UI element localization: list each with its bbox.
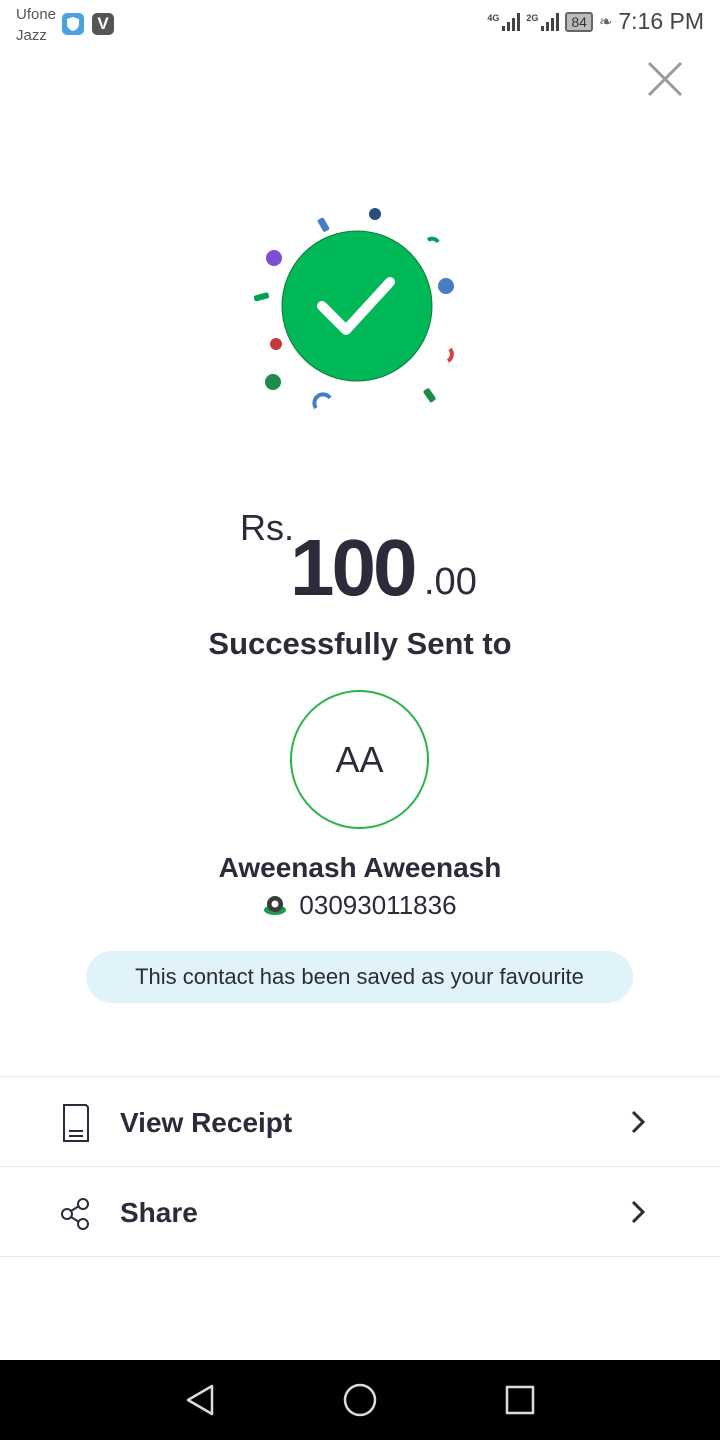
battery-icon: 84 (565, 11, 593, 32)
network-type-1: 4G (487, 13, 500, 23)
back-icon (186, 1384, 214, 1416)
power-saving-icon: ❧ (598, 13, 613, 31)
recents-icon (505, 1385, 535, 1415)
carrier-2: Jazz (16, 27, 47, 44)
recents-button[interactable] (500, 1380, 540, 1420)
amount-display: Rs. 100 .00 (0, 505, 720, 615)
carrier-names: Ufone Jazz (16, 4, 56, 46)
close-button[interactable] (646, 60, 684, 98)
back-button[interactable] (180, 1380, 220, 1420)
share-button[interactable]: Share (0, 1167, 720, 1257)
avatar: AA (290, 690, 429, 829)
recipient-name: Aweenash Aweenash (218, 852, 502, 883)
close-icon (647, 61, 683, 97)
share-label: Share (120, 1197, 198, 1228)
amount-decimal: .00 (424, 561, 477, 603)
status-icons: 4G 2G 84 ❧ 7:16 PM (487, 8, 704, 35)
shield-icon (62, 13, 84, 35)
navigation-bar (0, 1360, 720, 1440)
success-check-icon (253, 208, 454, 410)
currency-label: Rs. (240, 507, 294, 548)
home-icon (343, 1383, 377, 1417)
recipient-phone: 03093011836 (299, 890, 457, 920)
action-list: View Receipt Share (0, 1076, 720, 1257)
wallet-logo-icon (264, 895, 287, 915)
signal-icon (502, 12, 521, 31)
share-icon (61, 1198, 89, 1230)
network-type-2: 2G (526, 13, 539, 23)
chevron-right-icon (631, 1200, 646, 1224)
receipt-icon (63, 1104, 89, 1142)
home-button[interactable] (340, 1380, 380, 1420)
view-receipt-label: View Receipt (120, 1107, 293, 1138)
view-receipt-button[interactable]: View Receipt (0, 1077, 720, 1167)
carrier-1: Ufone (16, 6, 57, 23)
recipient-phone-row: 03093011836 (0, 890, 720, 921)
clock: 7:16 PM (618, 8, 704, 34)
status-message: Successfully Sent to (208, 626, 512, 661)
v-app-icon: V (92, 13, 114, 35)
chevron-right-icon (631, 1110, 646, 1134)
status-bar: Ufone Jazz V 4G 2G 84 ❧ 7:16 PM (0, 0, 720, 50)
amount-whole: 100 (290, 523, 417, 612)
favourite-notice: This contact has been saved as your favo… (86, 951, 633, 1003)
signal-icon-2 (541, 12, 560, 31)
